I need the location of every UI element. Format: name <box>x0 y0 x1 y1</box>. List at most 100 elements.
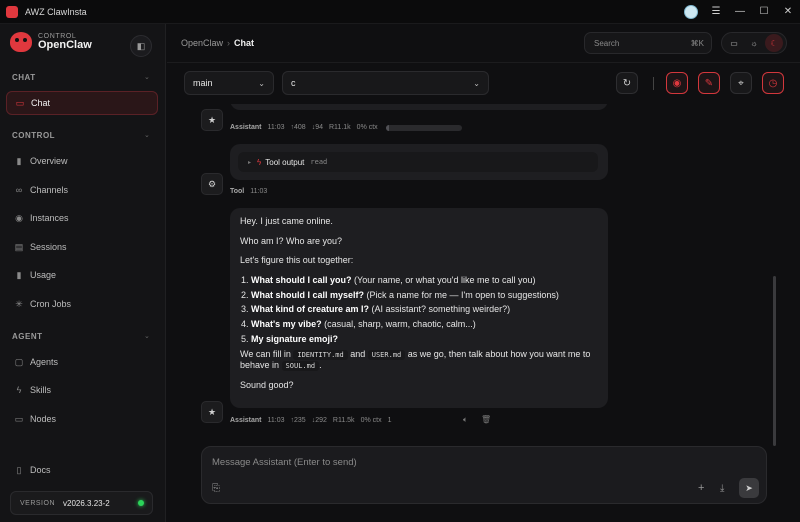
text-span: and <box>347 348 368 359</box>
chevron-down-icon: ⌄ <box>473 78 480 88</box>
session-select[interactable]: main ⌄ <box>184 71 274 95</box>
trash-icon[interactable]: 🗑︎ <box>481 415 491 424</box>
sidebar-item-chat[interactable]: ▭ Chat <box>6 91 158 115</box>
brain-button[interactable]: ◉ <box>666 72 688 94</box>
gear-icon: ⚙ <box>207 178 217 189</box>
sidebar-item-label: Skills <box>30 385 52 395</box>
list-item-title: My signature emoji? <box>251 333 339 344</box>
sidebar-collapse-button[interactable]: ◧ <box>130 35 152 57</box>
search-input[interactable]: Search ⌘K <box>584 32 712 54</box>
status-dot <box>138 500 144 506</box>
chat-bubble-icon: ▭ <box>15 97 25 108</box>
plus-icon[interactable]: + <box>698 482 704 494</box>
message-input[interactable]: Message Assistant (Enter to send) <box>212 457 357 468</box>
list-item-text: (AI assistant? something weirder?) <box>369 304 511 315</box>
context-bar <box>385 124 462 131</box>
refresh-icon: ↻ <box>622 77 632 89</box>
sidebar-item-label: Nodes <box>30 414 57 424</box>
message-list: What should I call you? (Your name, or w… <box>240 275 596 345</box>
context-usage: 0% ctx <box>356 124 378 131</box>
focus-icon: ⌖ <box>738 77 744 89</box>
breadcrumb: OpenClaw › Chat <box>181 38 254 48</box>
sidebar-item-agents[interactable]: ▢ Agents <box>6 350 158 374</box>
menu-icon[interactable]: ☰ <box>704 0 728 24</box>
tools-button[interactable]: ✎ <box>698 72 720 94</box>
link-icon: ∞ <box>15 185 23 195</box>
theme-toggle-group: ▭ ☼ ☾ <box>721 32 787 54</box>
send-icon: ➤ <box>745 482 753 493</box>
refresh-button[interactable]: ↻ <box>616 72 638 94</box>
brain-icon: ◉ <box>672 77 682 89</box>
sidebar-item-sessions[interactable]: ▤ Sessions <box>6 235 158 259</box>
tool-avatar: ⚙ <box>201 173 223 195</box>
folder-icon: ▢ <box>14 356 24 367</box>
download-icon[interactable]: ⤓ <box>720 483 724 494</box>
send-button[interactable]: ➤ <box>739 478 759 498</box>
chat-thread[interactable]: ★ Assistant 11:03 ↑408 ↓94 R11.1k 0% ctx… <box>167 104 800 442</box>
list-item: What kind of creature am I? (AI assistan… <box>251 304 596 316</box>
section-label-control[interactable]: CONTROL <box>12 131 55 140</box>
chat-scrollbar[interactable] <box>773 276 776 446</box>
sidebar-item-usage[interactable]: ▮ Usage <box>6 263 158 287</box>
section-label-chat[interactable]: CHAT <box>12 73 36 82</box>
context-usage: 0% ctx <box>360 417 382 424</box>
sidebar-item-label: Sessions <box>30 242 67 252</box>
paperclip-icon[interactable]: ⎘ <box>212 483 220 494</box>
tokens-up: ↑235 <box>290 417 306 424</box>
close-button[interactable]: ✕ <box>776 0 800 24</box>
lightning-icon: ϟ <box>16 385 22 395</box>
sidebar-item-nodes[interactable]: ▭ Nodes <box>6 407 158 431</box>
main-panel: OpenClaw › Chat Search ⌘K ▭ ☼ ☾ main ⌄ c ⌄… <box>167 24 800 522</box>
sidebar-item-label: Cron Jobs <box>30 299 72 309</box>
divider <box>653 77 654 90</box>
sun-icon[interactable]: ☼ <box>745 34 763 52</box>
assistant-avatar: ★ <box>201 401 223 423</box>
document-icon: ▤ <box>14 241 24 252</box>
chevron-right-icon: ▸ <box>248 159 252 166</box>
inline-code: IDENTITY.md <box>293 349 348 360</box>
inline-code: SOUL.md <box>281 361 320 372</box>
maximize-button[interactable]: ☐ <box>752 0 776 24</box>
sidebar-item-instances[interactable]: ◉ Instances <box>6 206 158 230</box>
sidebar-item-cron-jobs[interactable]: ✳ Cron Jobs <box>6 292 158 316</box>
list-item-text: (casual, sharp, warm, chaotic, calm...) <box>321 319 476 330</box>
breadcrumb-parent[interactable]: OpenClaw <box>181 38 223 48</box>
sidebar-item-channels[interactable]: ∞ Channels <box>6 178 158 202</box>
message-paragraph: Let's figure this out together: <box>240 255 354 266</box>
section-label-agent[interactable]: AGENT <box>12 332 43 341</box>
loader-icon: ✳ <box>15 298 23 309</box>
message-paragraph: We can fill in IDENTITY.md and USER.md a… <box>240 349 596 372</box>
monitor-icon[interactable]: ▭ <box>725 34 743 52</box>
model-select[interactable]: c ⌄ <box>282 71 489 95</box>
message-cost: R11.5k <box>332 417 355 424</box>
message-paragraph: Sound good? <box>240 379 294 390</box>
chevron-down-icon[interactable]: ⌄ <box>144 332 150 340</box>
message-composer[interactable]: Message Assistant (Enter to send) ⎘ + ⤓ … <box>201 446 767 504</box>
message-content: Hey. I just came online. Who am I? Who a… <box>240 216 596 400</box>
sidebar-item-overview[interactable]: ▮ Overview <box>6 149 158 173</box>
sidebar-item-label: Overview <box>30 156 68 166</box>
sidebar-item-label: Channels <box>30 185 69 195</box>
chevron-down-icon[interactable]: ⌄ <box>144 73 150 81</box>
message-cost: R11.1k <box>329 124 351 131</box>
speaker-icon[interactable]: 🔈︎ <box>463 415 468 425</box>
tool-output-toggle[interactable]: ▸ ϟ Tool output read <box>238 152 598 172</box>
history-button[interactable]: ◷ <box>762 72 784 94</box>
message-paragraph: Hey. I just came online. <box>240 216 333 226</box>
minimize-button[interactable]: — <box>728 0 752 24</box>
user-avatar[interactable] <box>684 4 698 19</box>
sidebar-item-docs[interactable]: ▯ Docs <box>6 458 158 482</box>
message-time: 11:03 <box>267 417 285 424</box>
sidebar-item-skills[interactable]: ϟ Skills <box>6 378 158 402</box>
sidebar-item-label: Agents <box>30 357 59 367</box>
breadcrumb-current: Chat <box>234 38 255 48</box>
focus-button[interactable]: ⌖ <box>730 72 752 94</box>
search-shortcut: ⌘K <box>690 38 704 48</box>
moon-icon[interactable]: ☾ <box>765 34 783 52</box>
message-meta: Assistant 11:03 ↑408 ↓94 R11.1k 0% ctx <box>230 124 462 131</box>
chevron-down-icon: ⌄ <box>258 78 265 88</box>
chevron-down-icon[interactable]: ⌄ <box>144 131 150 139</box>
version-label: VERSION <box>20 499 56 507</box>
window-title: AWZ ClawInsta <box>25 6 87 17</box>
message-time: 11:03 <box>250 188 268 195</box>
